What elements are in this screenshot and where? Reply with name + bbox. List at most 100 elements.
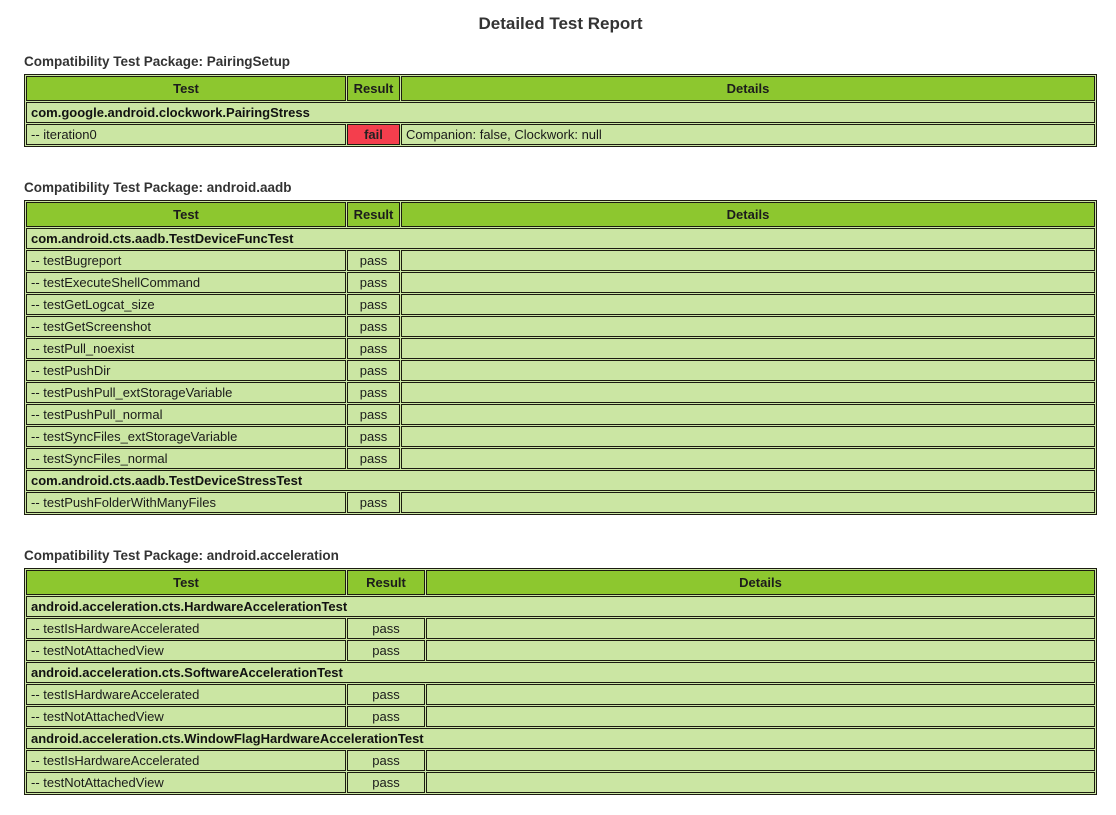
result-cell: pass bbox=[347, 426, 400, 447]
table-header-row: Test Result Details bbox=[26, 570, 1095, 595]
test-row: -- testPull_noexistpass bbox=[26, 338, 1095, 359]
details-cell bbox=[401, 316, 1095, 337]
test-row: -- testGetScreenshotpass bbox=[26, 316, 1095, 337]
table-header-row: Test Result Details bbox=[26, 76, 1095, 101]
result-cell: pass bbox=[347, 272, 400, 293]
details-column-header: Details bbox=[426, 570, 1095, 595]
result-cell: pass bbox=[347, 750, 425, 771]
details-column-header: Details bbox=[401, 202, 1095, 227]
test-name-cell: -- iteration0 bbox=[26, 124, 346, 145]
test-class-cell: com.android.cts.aadb.TestDeviceStressTes… bbox=[26, 470, 1095, 491]
test-name-cell: -- testPushDir bbox=[26, 360, 346, 381]
test-class-row: android.acceleration.cts.SoftwareAcceler… bbox=[26, 662, 1095, 683]
results-table: Test Result Details com.google.android.c… bbox=[24, 74, 1097, 147]
test-row: -- testNotAttachedViewpass bbox=[26, 772, 1095, 793]
details-cell bbox=[401, 360, 1095, 381]
test-name-cell: -- testNotAttachedView bbox=[26, 772, 346, 793]
test-row: -- testIsHardwareAcceleratedpass bbox=[26, 750, 1095, 771]
results-table: Test Result Details com.android.cts.aadb… bbox=[24, 200, 1097, 515]
result-column-header: Result bbox=[347, 76, 400, 101]
test-row: -- testNotAttachedViewpass bbox=[26, 640, 1095, 661]
test-class-cell: android.acceleration.cts.HardwareAcceler… bbox=[26, 596, 1095, 617]
result-column-header: Result bbox=[347, 570, 425, 595]
test-class-cell: android.acceleration.cts.WindowFlagHardw… bbox=[26, 728, 1095, 749]
test-row: -- testIsHardwareAcceleratedpass bbox=[26, 684, 1095, 705]
test-row: -- testBugreportpass bbox=[26, 250, 1095, 271]
test-class-row: com.android.cts.aadb.TestDeviceStressTes… bbox=[26, 470, 1095, 491]
result-cell: pass bbox=[347, 382, 400, 403]
test-name-cell: -- testIsHardwareAccelerated bbox=[26, 750, 346, 771]
page-title: Detailed Test Report bbox=[24, 14, 1097, 34]
details-cell bbox=[401, 448, 1095, 469]
test-name-cell: -- testExecuteShellCommand bbox=[26, 272, 346, 293]
result-cell: pass bbox=[347, 706, 425, 727]
test-column-header: Test bbox=[26, 202, 346, 227]
package-title: Compatibility Test Package: android.aadb bbox=[24, 180, 1097, 195]
test-row: -- testSyncFiles_extStorageVariablepass bbox=[26, 426, 1095, 447]
test-class-cell: com.android.cts.aadb.TestDeviceFuncTest bbox=[26, 228, 1095, 249]
result-cell: pass bbox=[347, 404, 400, 425]
test-row: -- testPushFolderWithManyFilespass bbox=[26, 492, 1095, 513]
test-class-cell: com.google.android.clockwork.PairingStre… bbox=[26, 102, 1095, 123]
report-body: Compatibility Test Package: PairingSetup… bbox=[24, 54, 1097, 795]
details-cell bbox=[401, 250, 1095, 271]
test-name-cell: -- testNotAttachedView bbox=[26, 706, 346, 727]
details-cell: Companion: false, Clockwork: null bbox=[401, 124, 1095, 145]
test-row: -- testGetLogcat_sizepass bbox=[26, 294, 1095, 315]
details-cell bbox=[401, 426, 1095, 447]
details-cell bbox=[426, 750, 1095, 771]
test-name-cell: -- testPushPull_normal bbox=[26, 404, 346, 425]
details-cell bbox=[426, 706, 1095, 727]
details-cell bbox=[401, 272, 1095, 293]
result-cell: pass bbox=[347, 250, 400, 271]
test-row: -- iteration0failCompanion: false, Clock… bbox=[26, 124, 1095, 145]
package-section: Compatibility Test Package: android.acce… bbox=[24, 548, 1097, 795]
result-cell: pass bbox=[347, 448, 400, 469]
test-row: -- testExecuteShellCommandpass bbox=[26, 272, 1095, 293]
test-name-cell: -- testIsHardwareAccelerated bbox=[26, 618, 346, 639]
test-name-cell: -- testSyncFiles_normal bbox=[26, 448, 346, 469]
details-cell bbox=[401, 382, 1095, 403]
result-cell: pass bbox=[347, 316, 400, 337]
details-cell bbox=[426, 618, 1095, 639]
details-cell bbox=[401, 294, 1095, 315]
result-cell: pass bbox=[347, 294, 400, 315]
test-name-cell: -- testGetScreenshot bbox=[26, 316, 346, 337]
package-title: Compatibility Test Package: PairingSetup bbox=[24, 54, 1097, 69]
test-class-row: com.android.cts.aadb.TestDeviceFuncTest bbox=[26, 228, 1095, 249]
test-row: -- testIsHardwareAcceleratedpass bbox=[26, 618, 1095, 639]
details-cell bbox=[426, 640, 1095, 661]
test-name-cell: -- testPull_noexist bbox=[26, 338, 346, 359]
result-cell: pass bbox=[347, 684, 425, 705]
result-cell: pass bbox=[347, 360, 400, 381]
package-section: Compatibility Test Package: android.aadb… bbox=[24, 180, 1097, 515]
test-row: -- testNotAttachedViewpass bbox=[26, 706, 1095, 727]
test-row: -- testPushDirpass bbox=[26, 360, 1095, 381]
results-table: Test Result Details android.acceleration… bbox=[24, 568, 1097, 795]
details-cell bbox=[401, 404, 1095, 425]
table-header-row: Test Result Details bbox=[26, 202, 1095, 227]
test-name-cell: -- testNotAttachedView bbox=[26, 640, 346, 661]
package-title: Compatibility Test Package: android.acce… bbox=[24, 548, 1097, 563]
test-name-cell: -- testGetLogcat_size bbox=[26, 294, 346, 315]
test-name-cell: -- testIsHardwareAccelerated bbox=[26, 684, 346, 705]
result-cell: pass bbox=[347, 772, 425, 793]
test-row: -- testPushPull_normalpass bbox=[26, 404, 1095, 425]
test-name-cell: -- testSyncFiles_extStorageVariable bbox=[26, 426, 346, 447]
result-cell: pass bbox=[347, 640, 425, 661]
test-class-row: com.google.android.clockwork.PairingStre… bbox=[26, 102, 1095, 123]
test-name-cell: -- testBugreport bbox=[26, 250, 346, 271]
details-cell bbox=[401, 338, 1095, 359]
details-cell bbox=[401, 492, 1095, 513]
result-cell: pass bbox=[347, 618, 425, 639]
test-column-header: Test bbox=[26, 570, 346, 595]
package-section: Compatibility Test Package: PairingSetup… bbox=[24, 54, 1097, 147]
test-row: -- testSyncFiles_normalpass bbox=[26, 448, 1095, 469]
result-column-header: Result bbox=[347, 202, 400, 227]
result-cell: fail bbox=[347, 124, 400, 145]
test-class-cell: android.acceleration.cts.SoftwareAcceler… bbox=[26, 662, 1095, 683]
test-name-cell: -- testPushFolderWithManyFiles bbox=[26, 492, 346, 513]
result-cell: pass bbox=[347, 492, 400, 513]
test-column-header: Test bbox=[26, 76, 346, 101]
test-class-row: android.acceleration.cts.HardwareAcceler… bbox=[26, 596, 1095, 617]
